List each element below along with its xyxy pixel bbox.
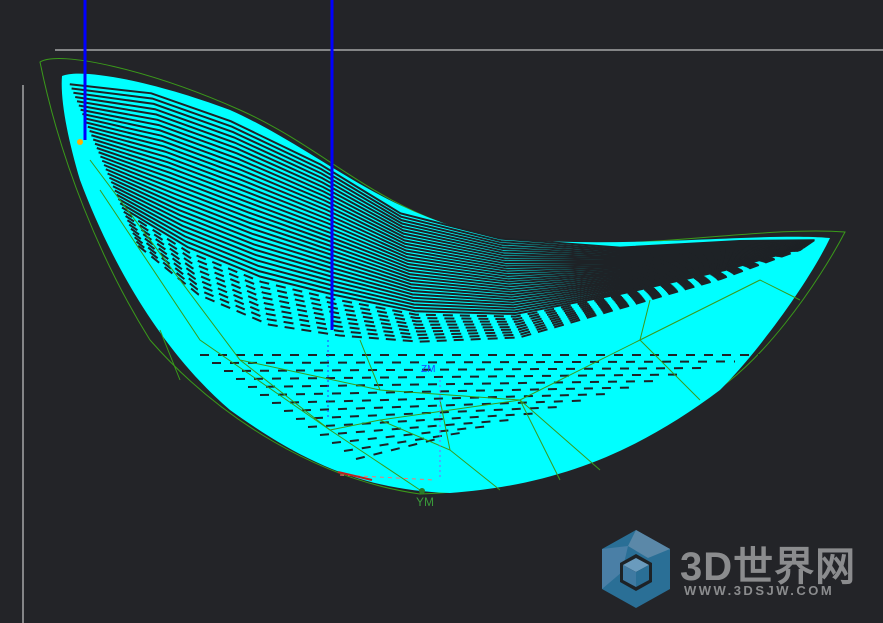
origin-marker — [419, 488, 425, 494]
watermark: 3D世界网 WWW.3DSJW.COM — [598, 528, 868, 610]
ym-axis-label: YM — [416, 495, 434, 509]
start-point-marker — [77, 139, 83, 145]
watermark-logo-icon — [602, 530, 670, 608]
watermark-url: WWW.3DSJW.COM — [684, 583, 835, 598]
cad-viewport[interactable]: YM ZM 3D世界网 WWW.3DSJW.COM — [0, 0, 883, 623]
zm-axis-label: ZM — [421, 364, 436, 375]
